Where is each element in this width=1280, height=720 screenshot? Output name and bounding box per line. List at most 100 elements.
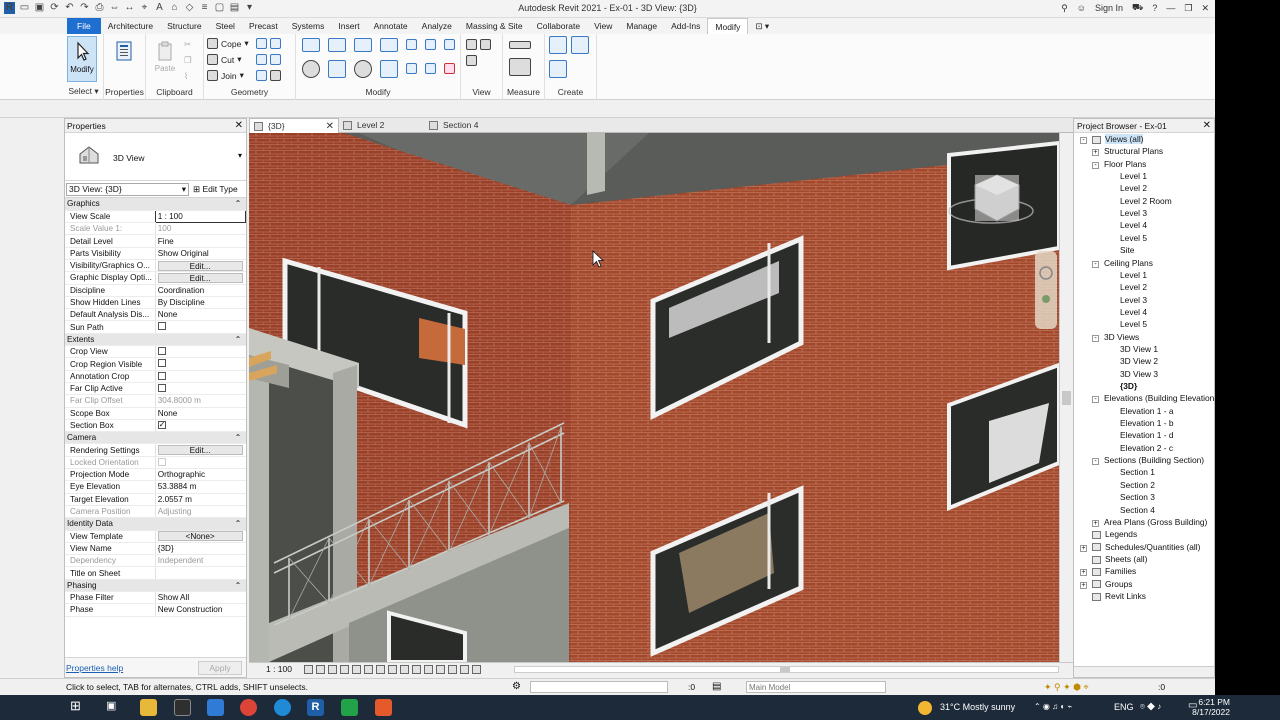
join-button[interactable]: Join ▾ [207, 69, 244, 82]
browser-item[interactable]: 3D View 3 [1120, 368, 1158, 380]
tab-precast[interactable]: Precast [242, 18, 285, 34]
tab-modify[interactable]: Modify [707, 18, 749, 34]
property-value[interactable]: None [154, 407, 246, 420]
detail-level-icon[interactable] [304, 665, 313, 674]
minimize-icon[interactable]: — [1166, 3, 1175, 13]
type-dropdown-icon[interactable]: ▾ [238, 151, 242, 160]
browser-item[interactable]: 3D View 1 [1120, 343, 1158, 355]
property-edit-button[interactable]: Edit... [157, 272, 243, 283]
reveal-constraints-icon[interactable] [472, 665, 481, 674]
tray-icons[interactable]: ⌃ ◉ ♫ ◐ ⌁ [1034, 702, 1072, 711]
browser-item[interactable]: Level 5 [1120, 232, 1147, 244]
worksets-icon[interactable]: ⚙ [512, 681, 521, 692]
view-tab-level-2[interactable]: Level 2 [339, 118, 425, 133]
navigation-bar[interactable] [1035, 251, 1057, 329]
modify-button[interactable]: Modify [67, 36, 97, 82]
store-icon[interactable] [174, 699, 191, 716]
property-group[interactable]: Identity Data ⌃ [65, 517, 246, 531]
property-edit-button[interactable]: Edit... [157, 445, 243, 456]
browser-item[interactable]: Level 5 [1120, 318, 1147, 330]
view-tab-section-4[interactable]: Section 4 [425, 118, 515, 133]
property-checkbox[interactable] [157, 359, 166, 368]
browser-item[interactable]: Level 2 [1120, 281, 1147, 293]
edit-type-button[interactable]: ⊞ Edit Type [193, 183, 238, 196]
collapse-icon[interactable]: ⌃ [235, 432, 242, 443]
property-value[interactable]: Show All [154, 591, 246, 605]
property-value[interactable]: Fine [154, 234, 246, 248]
browser-item[interactable]: 3D View 2 [1120, 355, 1158, 367]
notifications-icon[interactable]: ▭ [1188, 700, 1197, 711]
weather-icon[interactable] [918, 701, 932, 715]
property-value[interactable] [154, 370, 246, 383]
property-value[interactable]: <None> [154, 530, 246, 543]
browser-item[interactable]: Site [1120, 244, 1134, 256]
tab-structure[interactable]: Structure [160, 18, 209, 34]
properties-help-link[interactable]: Properties help [66, 663, 123, 673]
browser-item[interactable]: Elevation 1 - d [1120, 429, 1174, 441]
help-icon[interactable]: ? [1152, 3, 1157, 13]
browser-item[interactable]: Section 1 [1120, 466, 1155, 478]
view-tools-row1[interactable] [466, 38, 491, 51]
copy-clip-icon[interactable]: ❐ [184, 54, 192, 67]
shadows-icon[interactable] [340, 665, 349, 674]
sun-path-icon[interactable] [328, 665, 337, 674]
property-edit-button[interactable]: <None> [157, 531, 243, 542]
mail-icon[interactable] [207, 699, 224, 716]
property-checkbox[interactable] [157, 347, 166, 356]
selection-icons[interactable]: ✦ ⚲ ✦ ⬢ ⌖ [1044, 682, 1089, 693]
property-edit-button[interactable]: Edit... [157, 260, 243, 271]
expand-toggle-icon[interactable]: + [1092, 519, 1099, 527]
browser-item[interactable]: + Area Plans (Gross Building) [1092, 516, 1207, 528]
browser-item[interactable]: - Elevations (Building Elevation) [1092, 392, 1214, 404]
property-value[interactable] [154, 382, 246, 396]
rendering-icon[interactable] [352, 665, 361, 674]
browser-item[interactable]: Sheets (all) [1080, 553, 1147, 565]
browser-item[interactable]: Elevation 1 - a [1120, 405, 1174, 417]
property-value[interactable]: Edit... [154, 443, 246, 457]
dimension-button[interactable] [509, 57, 531, 76]
create-tools-row1[interactable] [549, 35, 589, 54]
weather-text[interactable]: 31°C Mostly sunny [940, 702, 1015, 712]
collapse-icon[interactable]: ⌃ [235, 334, 242, 345]
property-group[interactable]: Camera ⌃ [65, 431, 246, 445]
browser-item[interactable]: Elevation 1 - b [1120, 417, 1174, 429]
tab-add-ins[interactable]: Add-Ins [664, 18, 707, 34]
canvas-vertical-scrollbar[interactable] [1059, 133, 1073, 662]
visual-style-icon[interactable] [316, 665, 325, 674]
network-sound-icons[interactable]: ⌾ ◆ ♪ [1140, 702, 1161, 712]
collapse-icon[interactable]: ⌃ [235, 518, 242, 529]
match-props-icon[interactable]: ⌇ [184, 70, 188, 83]
browser-item[interactable]: + Structural Plans [1092, 145, 1163, 157]
design-options-icon[interactable]: ▤ [712, 681, 721, 692]
canvas-vscroll-thumb[interactable] [1062, 391, 1071, 405]
property-value[interactable] [154, 345, 246, 359]
tab-collaborate[interactable]: Collaborate [530, 18, 587, 34]
tab-architecture[interactable]: Architecture [101, 18, 160, 34]
collapse-icon[interactable]: ⌃ [235, 198, 242, 209]
property-value[interactable]: None [154, 308, 246, 322]
close-icon[interactable]: ✕ [1201, 3, 1209, 14]
canvas-hscroll-thumb[interactable] [780, 667, 790, 672]
modify-tools-row1[interactable] [302, 37, 455, 52]
property-value[interactable] [154, 419, 246, 433]
close-tab-icon[interactable]: ✕ [326, 119, 334, 134]
properties-button[interactable] [109, 36, 139, 82]
browser-item[interactable]: -3D Views [1092, 331, 1139, 343]
chrome-icon[interactable] [240, 699, 257, 716]
property-checkbox[interactable] [157, 419, 166, 430]
browser-item[interactable]: - Views (all) [1080, 133, 1144, 145]
property-checkbox[interactable] [157, 383, 166, 392]
property-group[interactable]: Extents ⌃ [65, 333, 246, 347]
browser-item[interactable]: Section 4 [1120, 504, 1155, 516]
collapse-toggle-icon[interactable]: - [1092, 260, 1099, 268]
collapse-icon[interactable]: ⌃ [235, 580, 242, 591]
property-value[interactable] [154, 320, 246, 334]
browser-item[interactable]: Revit Links [1080, 590, 1146, 602]
expand-toggle-icon[interactable]: + [1092, 149, 1099, 157]
view-tab-3d[interactable]: {3D} ✕ [249, 118, 339, 133]
modify-tools-row2[interactable] [302, 59, 455, 78]
select-dropdown[interactable]: Select ▾ [64, 86, 103, 97]
browser-item[interactable]: Level 1 [1120, 170, 1147, 182]
browser-item[interactable]: Level 3 [1120, 207, 1147, 219]
browser-item[interactable]: - Sections (Building Section) [1092, 454, 1204, 466]
